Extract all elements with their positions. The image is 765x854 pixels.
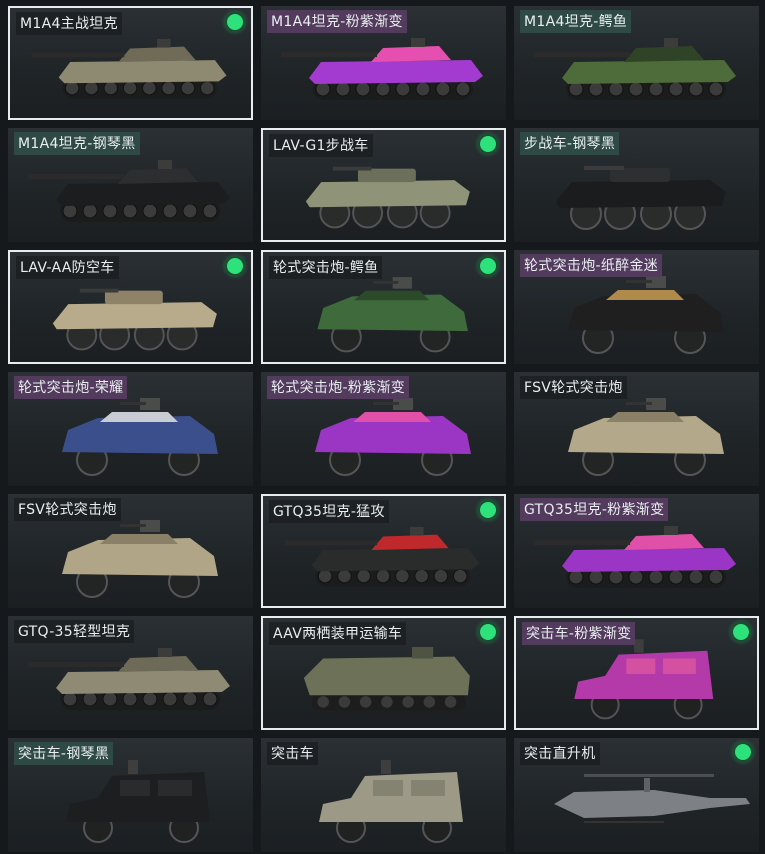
vehicle-name: 突击车 <box>267 742 318 765</box>
vehicle-card[interactable]: M1A4坦克-鳄鱼 <box>514 6 759 120</box>
vehicle-name: 突击直升机 <box>520 742 600 765</box>
vehicle-card[interactable]: FSV轮式突击炮 <box>8 494 253 608</box>
owned-status-dot-icon <box>480 258 496 274</box>
vehicle-card[interactable]: GTQ35坦克-猛攻 <box>261 494 506 608</box>
vehicle-card[interactable]: 突击车-钢琴黑 <box>8 738 253 852</box>
vehicle-name: GTQ-35轻型坦克 <box>14 620 135 643</box>
owned-status-dot-icon <box>480 624 496 640</box>
vehicle-card[interactable]: GTQ-35轻型坦克 <box>8 616 253 730</box>
vehicle-name: GTQ35坦克-猛攻 <box>269 500 389 523</box>
vehicle-card[interactable]: 突击直升机 <box>514 738 759 852</box>
owned-status-dot-icon <box>227 258 243 274</box>
vehicle-card[interactable]: M1A4坦克-钢琴黑 <box>8 128 253 242</box>
owned-status-dot-icon <box>480 502 496 518</box>
vehicle-card[interactable]: 突击车-粉紫渐变 <box>514 616 759 730</box>
owned-status-dot-icon <box>480 136 496 152</box>
vehicle-card[interactable]: 步战车-钢琴黑 <box>514 128 759 242</box>
vehicle-name: GTQ35坦克-粉紫渐变 <box>520 498 669 521</box>
vehicle-card[interactable]: GTQ35坦克-粉紫渐变 <box>514 494 759 608</box>
vehicle-name: AAV两栖装甲运输车 <box>269 622 407 645</box>
vehicle-name: 突击车-粉紫渐变 <box>522 622 636 645</box>
vehicle-name: FSV轮式突击炮 <box>520 376 627 399</box>
vehicle-grid: M1A4主战坦克 M1A4坦克-粉紫渐变 M1A4坦克-鳄鱼 M1A4坦克-钢琴黑 LA… <box>0 0 765 854</box>
vehicle-card[interactable]: AAV两栖装甲运输车 <box>261 616 506 730</box>
vehicle-name: 轮式突击炮-粉紫渐变 <box>267 376 410 399</box>
vehicle-name: 突击车-钢琴黑 <box>14 742 114 765</box>
vehicle-card[interactable]: M1A4坦克-粉紫渐变 <box>261 6 506 120</box>
vehicle-card[interactable]: LAV-G1步战车 <box>261 128 506 242</box>
vehicle-name: M1A4坦克-钢琴黑 <box>14 132 140 155</box>
vehicle-name: 轮式突击炮-纸醉金迷 <box>520 254 663 277</box>
vehicle-card[interactable]: FSV轮式突击炮 <box>514 372 759 486</box>
vehicle-name: 轮式突击炮-荣耀 <box>14 376 128 399</box>
owned-status-dot-icon <box>227 14 243 30</box>
owned-status-dot-icon <box>733 624 749 640</box>
vehicle-name: 步战车-钢琴黑 <box>520 132 620 155</box>
vehicle-card[interactable]: 突击车 <box>261 738 506 852</box>
vehicle-card[interactable]: 轮式突击炮-粉紫渐变 <box>261 372 506 486</box>
vehicle-name: M1A4主战坦克 <box>16 12 122 35</box>
vehicle-card[interactable]: LAV-AA防空车 <box>8 250 253 364</box>
vehicle-name: M1A4坦克-鳄鱼 <box>520 10 632 33</box>
vehicle-card[interactable]: 轮式突击炮-鳄鱼 <box>261 250 506 364</box>
vehicle-name: 轮式突击炮-鳄鱼 <box>269 256 383 279</box>
vehicle-name: M1A4坦克-粉紫渐变 <box>267 10 407 33</box>
vehicle-name: LAV-AA防空车 <box>16 256 119 279</box>
vehicle-name: FSV轮式突击炮 <box>14 498 121 521</box>
vehicle-card[interactable]: M1A4主战坦克 <box>8 6 253 120</box>
vehicle-card[interactable]: 轮式突击炮-荣耀 <box>8 372 253 486</box>
vehicle-card[interactable]: 轮式突击炮-纸醉金迷 <box>514 250 759 364</box>
vehicle-name: LAV-G1步战车 <box>269 134 373 157</box>
owned-status-dot-icon <box>735 744 751 760</box>
